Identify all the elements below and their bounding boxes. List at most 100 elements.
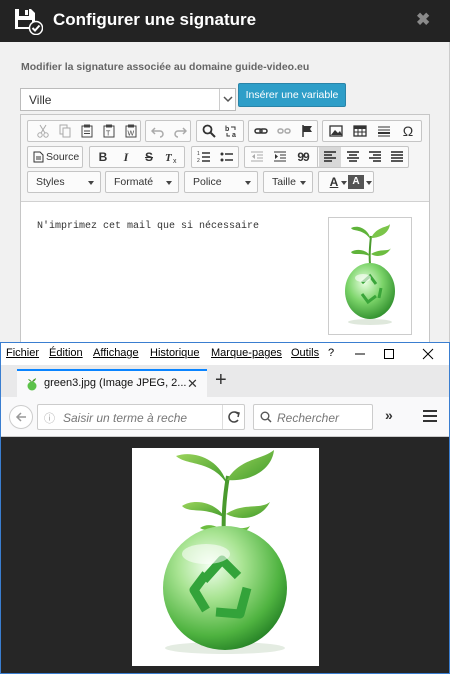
save-icon[interactable] bbox=[13, 7, 44, 36]
tab-green3[interactable]: green3.jpg (Image JPEG, 2... ✕ bbox=[17, 369, 207, 397]
size-label: Taille bbox=[272, 176, 296, 188]
format-dropdown[interactable]: Formaté bbox=[105, 171, 179, 193]
svg-text:2: 2 bbox=[197, 158, 200, 164]
blockquote-button[interactable]: 99 bbox=[292, 147, 314, 167]
align-left-icon[interactable] bbox=[319, 147, 341, 167]
image-icon[interactable] bbox=[325, 121, 347, 141]
dialog-title: Configurer une signature bbox=[53, 10, 257, 29]
size-dropdown-arrow-icon bbox=[300, 181, 306, 185]
remove-format-icon[interactable]: Tx bbox=[161, 147, 183, 167]
special-char-icon[interactable]: Ω bbox=[397, 121, 419, 141]
svg-text:a: a bbox=[232, 132, 236, 138]
back-button[interactable] bbox=[9, 405, 33, 429]
bold-button[interactable]: B bbox=[92, 147, 114, 167]
svg-text:T: T bbox=[106, 131, 111, 138]
variable-select[interactable]: Ville bbox=[20, 88, 236, 111]
link-group bbox=[248, 120, 318, 142]
tab-close-icon[interactable]: ✕ bbox=[187, 376, 198, 392]
basic-styles-group: B I S Tx bbox=[89, 146, 185, 168]
nav-bar: ⓘ Saisir un terme à reche Rechercher » bbox=[1, 397, 449, 437]
signature-text[interactable]: N'imprimez cet mail que si nécessaire bbox=[37, 221, 259, 232]
search-field[interactable]: Rechercher bbox=[253, 404, 373, 430]
displayed-image[interactable] bbox=[132, 448, 319, 666]
reload-icon[interactable] bbox=[222, 405, 244, 429]
svg-text:x: x bbox=[173, 158, 177, 164]
page-viewport bbox=[1, 437, 449, 673]
paste-text-icon[interactable]: T bbox=[98, 121, 120, 141]
close-icon[interactable]: ✖ bbox=[416, 10, 430, 30]
signature-image[interactable] bbox=[328, 217, 412, 335]
info-icon[interactable]: ⓘ bbox=[44, 410, 55, 426]
maximize-icon[interactable] bbox=[371, 343, 409, 365]
undo-icon[interactable] bbox=[147, 121, 169, 141]
horizontal-rule-icon[interactable] bbox=[373, 121, 395, 141]
undo-redo-group bbox=[145, 120, 191, 142]
new-tab-button[interactable]: + bbox=[215, 369, 227, 392]
indent-icon[interactable] bbox=[269, 147, 291, 167]
svg-text:T: T bbox=[165, 152, 173, 164]
find-group: ba bbox=[196, 120, 244, 142]
source-group: Source bbox=[27, 146, 83, 168]
align-center-icon[interactable] bbox=[342, 147, 364, 167]
redo-icon[interactable] bbox=[169, 121, 191, 141]
font-dropdown[interactable]: Police bbox=[184, 171, 258, 193]
menu-item-help[interactable]: ? bbox=[328, 347, 334, 359]
unlink-icon[interactable] bbox=[273, 121, 295, 141]
table-icon[interactable] bbox=[349, 121, 371, 141]
styles-dropdown[interactable]: Styles bbox=[27, 171, 101, 193]
font-dropdown-arrow-icon bbox=[245, 181, 251, 185]
menu-item-outils[interactable]: Outils bbox=[291, 347, 319, 359]
bullet-list-icon[interactable] bbox=[216, 147, 238, 167]
color-group: A A bbox=[318, 171, 374, 193]
menu-item-affichage[interactable]: Affichage bbox=[93, 347, 139, 359]
styles-label: Styles bbox=[36, 176, 65, 188]
paste-icon[interactable] bbox=[76, 121, 98, 141]
find-icon[interactable] bbox=[198, 121, 220, 141]
svg-text:W: W bbox=[128, 131, 135, 138]
link-icon[interactable] bbox=[250, 121, 272, 141]
address-bar[interactable]: ⓘ Saisir un terme à reche bbox=[37, 404, 245, 430]
menu-item-edition[interactable]: Édition bbox=[49, 347, 83, 359]
align-group bbox=[317, 146, 409, 168]
italic-button[interactable]: I bbox=[115, 147, 137, 167]
address-placeholder: Saisir un terme à reche bbox=[63, 411, 188, 425]
insert-variable-button[interactable]: Insérer une variable bbox=[238, 83, 346, 107]
numbered-list-icon[interactable]: 12 bbox=[193, 147, 215, 167]
chevron-down-icon[interactable] bbox=[219, 89, 235, 110]
signature-editor: T W b a Ω Source B I S T x 1 2 99 Styles… bbox=[20, 114, 430, 344]
menu-item-historique[interactable]: Historique bbox=[150, 347, 200, 359]
strike-button[interactable]: S bbox=[138, 147, 160, 167]
overflow-menu-button[interactable]: » bbox=[385, 407, 393, 423]
search-placeholder: Rechercher bbox=[277, 411, 340, 425]
background-color-arrow-icon[interactable] bbox=[366, 181, 372, 185]
insert-group: Ω bbox=[322, 120, 422, 142]
window-close-icon[interactable] bbox=[409, 343, 447, 365]
cut-icon[interactable] bbox=[32, 121, 54, 141]
format-dropdown-arrow-icon bbox=[166, 181, 172, 185]
menu-item-fichier[interactable]: Fichier bbox=[6, 347, 39, 359]
size-dropdown[interactable]: Taille bbox=[263, 171, 313, 193]
align-right-icon[interactable] bbox=[364, 147, 386, 167]
menu-item-marque-pages[interactable]: Marque-pages bbox=[211, 347, 282, 359]
anchor-flag-icon[interactable] bbox=[296, 121, 318, 141]
menu-bar: Fichier Édition Affichage Historique Mar… bbox=[1, 343, 449, 365]
background-color-button[interactable]: A bbox=[348, 175, 364, 189]
outdent-icon[interactable] bbox=[246, 147, 268, 167]
variable-select-value: Ville bbox=[29, 93, 52, 107]
paste-word-icon[interactable]: W bbox=[120, 121, 142, 141]
replace-icon[interactable]: ba bbox=[221, 121, 243, 141]
justify-icon[interactable] bbox=[386, 147, 408, 167]
editor-content[interactable]: N'imprimez cet mail que si nécessaire bbox=[21, 202, 429, 343]
hamburger-menu-icon[interactable] bbox=[421, 407, 439, 425]
svg-text:1: 1 bbox=[197, 151, 200, 157]
image-favicon-icon bbox=[25, 377, 39, 396]
source-button[interactable]: Source bbox=[28, 147, 82, 167]
browser-window: Fichier Édition Affichage Historique Mar… bbox=[0, 342, 450, 674]
dialog-subtitle: Modifier la signature associée au domain… bbox=[21, 61, 310, 73]
copy-icon[interactable] bbox=[54, 121, 76, 141]
text-color-arrow-icon[interactable] bbox=[341, 181, 347, 185]
font-label: Police bbox=[193, 176, 222, 188]
styles-dropdown-arrow-icon bbox=[88, 181, 94, 185]
list-group: 12 bbox=[191, 146, 239, 168]
source-label: Source bbox=[46, 151, 80, 163]
